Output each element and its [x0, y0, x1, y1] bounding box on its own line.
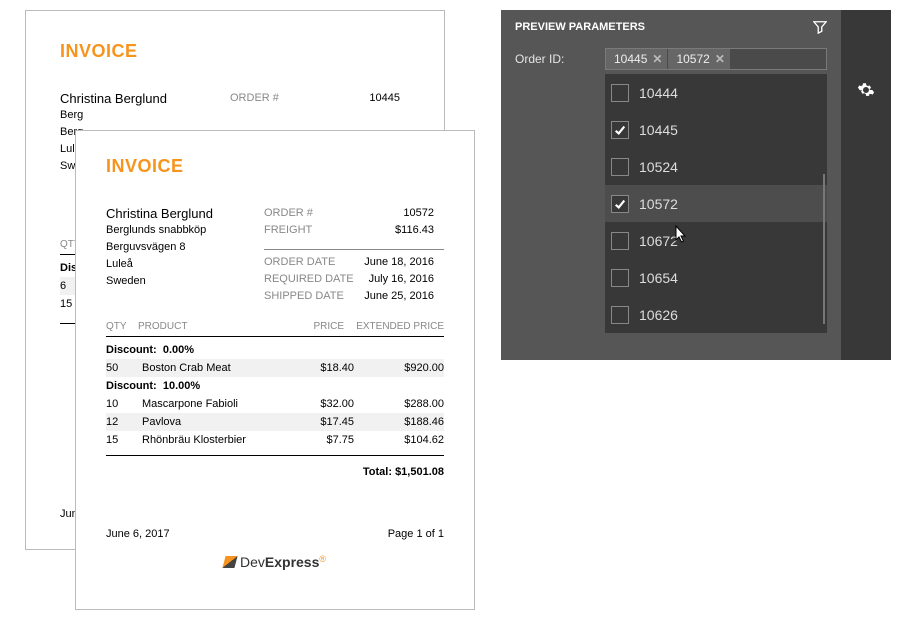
param-label-orderid: Order ID: — [515, 48, 585, 66]
table-row: 50Boston Crab Meat$18.40$920.00 — [106, 359, 444, 377]
logo-mark-icon — [222, 556, 237, 568]
checkbox[interactable] — [611, 232, 629, 250]
option-label: 10626 — [639, 307, 678, 323]
table-row: 12Pavlova$17.45$188.46 — [106, 413, 444, 431]
checkbox[interactable] — [611, 121, 629, 139]
discount-label: Discount: 10.00% — [106, 377, 444, 395]
line-items-table: 10Mascarpone Fabioli$32.00$288.0012Pavlo… — [106, 395, 444, 449]
column-headers: QTY PRODUCT PRICE EXTENDED PRICE — [106, 317, 444, 336]
checkbox[interactable] — [611, 195, 629, 213]
panel-header: PREVIEW PARAMETERS — [501, 10, 841, 48]
order-meta: ORDER #10572 FREIGHT$116.43 ORDER DATEJu… — [264, 205, 444, 305]
option-label: 10445 — [639, 122, 678, 138]
panel-title: PREVIEW PARAMETERS — [515, 21, 645, 33]
option-label: 10672 — [639, 233, 678, 249]
panel-side-strip — [841, 10, 891, 360]
token-remove-icon[interactable]: ✕ — [652, 53, 662, 65]
option-label: 10444 — [639, 85, 678, 101]
footer-date: June 6, 2017 — [106, 528, 170, 540]
invoice-page-front: INVOICE Christina Berglund Berglunds sna… — [75, 130, 475, 610]
option-label: 10524 — [639, 159, 678, 175]
customer-block: Christina Berglund Berglunds snabbköp Be… — [106, 205, 213, 305]
checkbox[interactable] — [611, 306, 629, 324]
invoice-total: Total: $1,501.08 — [106, 466, 444, 478]
filter-icon[interactable] — [813, 20, 827, 34]
table-row: 15Rhönbräu Klosterbier$7.75$104.62 — [106, 431, 444, 449]
token[interactable]: 10572✕ — [668, 49, 730, 69]
discount-label: Discount: 0.00% — [106, 341, 444, 359]
line-items-table: 50Boston Crab Meat$18.40$920.00 — [106, 359, 444, 377]
dropdown-option[interactable]: 10445 — [605, 111, 827, 148]
table-row: 10Mascarpone Fabioli$32.00$288.00 — [106, 395, 444, 413]
checkbox[interactable] — [611, 269, 629, 287]
dropdown-option[interactable]: 10654 — [605, 259, 827, 296]
devexpress-logo: DevExpress® — [106, 554, 444, 570]
dropdown-option[interactable]: 10626 — [605, 296, 827, 333]
option-label: 10654 — [639, 270, 678, 286]
footer-page: Page 1 of 1 — [388, 528, 444, 540]
checkbox[interactable] — [611, 84, 629, 102]
dropdown-option[interactable]: 10672 — [605, 222, 827, 259]
orderid-dropdown[interactable]: 10444 10445 10524 10572 10672 10654 10626 — [605, 74, 827, 333]
dropdown-option[interactable]: 10524 — [605, 148, 827, 185]
dropdown-option[interactable]: 10572 — [605, 185, 827, 222]
checkbox[interactable] — [611, 158, 629, 176]
dropdown-option[interactable]: 10444 — [605, 74, 827, 111]
settings-button[interactable] — [846, 70, 886, 110]
invoice-title: INVOICE — [106, 156, 444, 177]
preview-parameters-panel: PREVIEW PARAMETERS Order ID: 10445✕10572… — [501, 10, 891, 360]
token[interactable]: 10445✕ — [606, 49, 668, 69]
option-label: 10572 — [639, 196, 678, 212]
invoice-title: INVOICE — [60, 41, 410, 62]
token-remove-icon[interactable]: ✕ — [715, 53, 725, 65]
scrollbar[interactable] — [823, 174, 825, 324]
orderid-input[interactable]: 10445✕10572✕ — [605, 48, 827, 70]
